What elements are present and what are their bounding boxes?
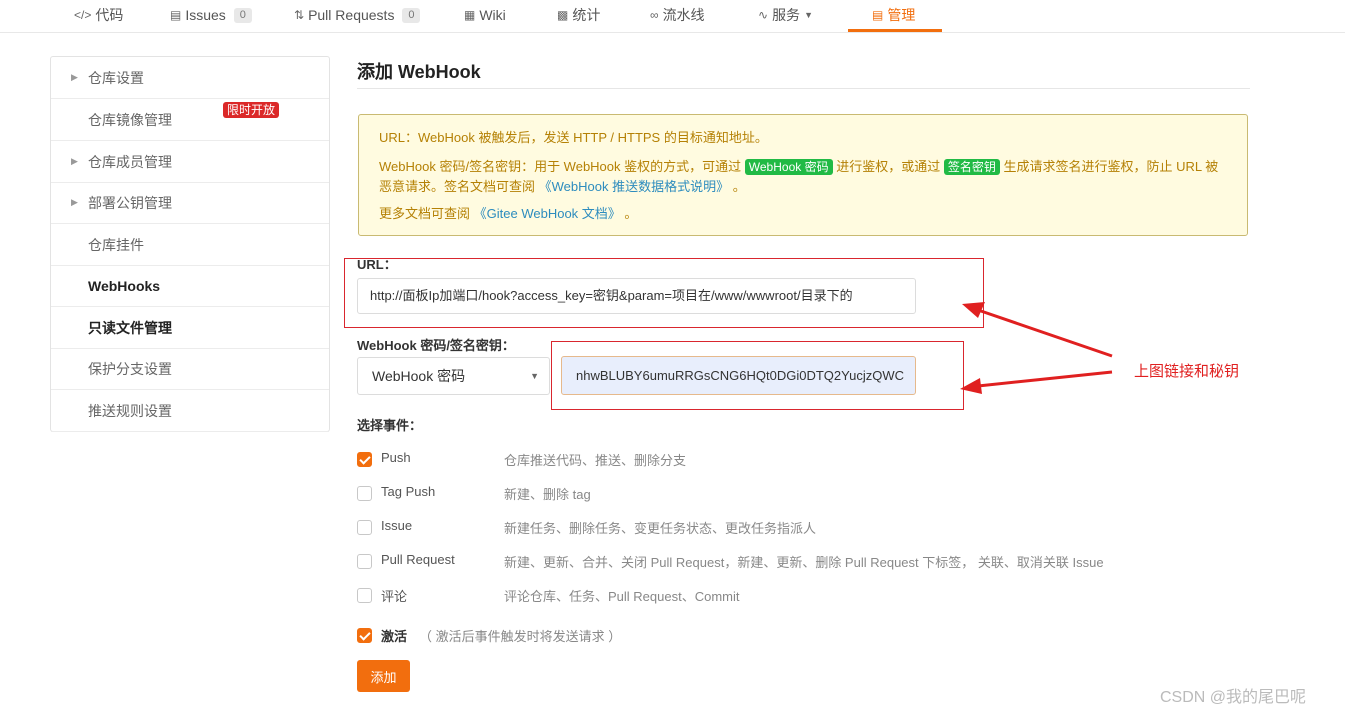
annotation-text: 上图链接和秘钥 [1134, 363, 1240, 380]
annotation-arrow-secret [977, 370, 1113, 388]
annotation-arrow-url [977, 308, 1113, 358]
arrowhead-icon [960, 378, 982, 394]
watermark: CSDN @我的尾巴呢 [1160, 689, 1307, 706]
annotation-arrows [960, 302, 1113, 394]
